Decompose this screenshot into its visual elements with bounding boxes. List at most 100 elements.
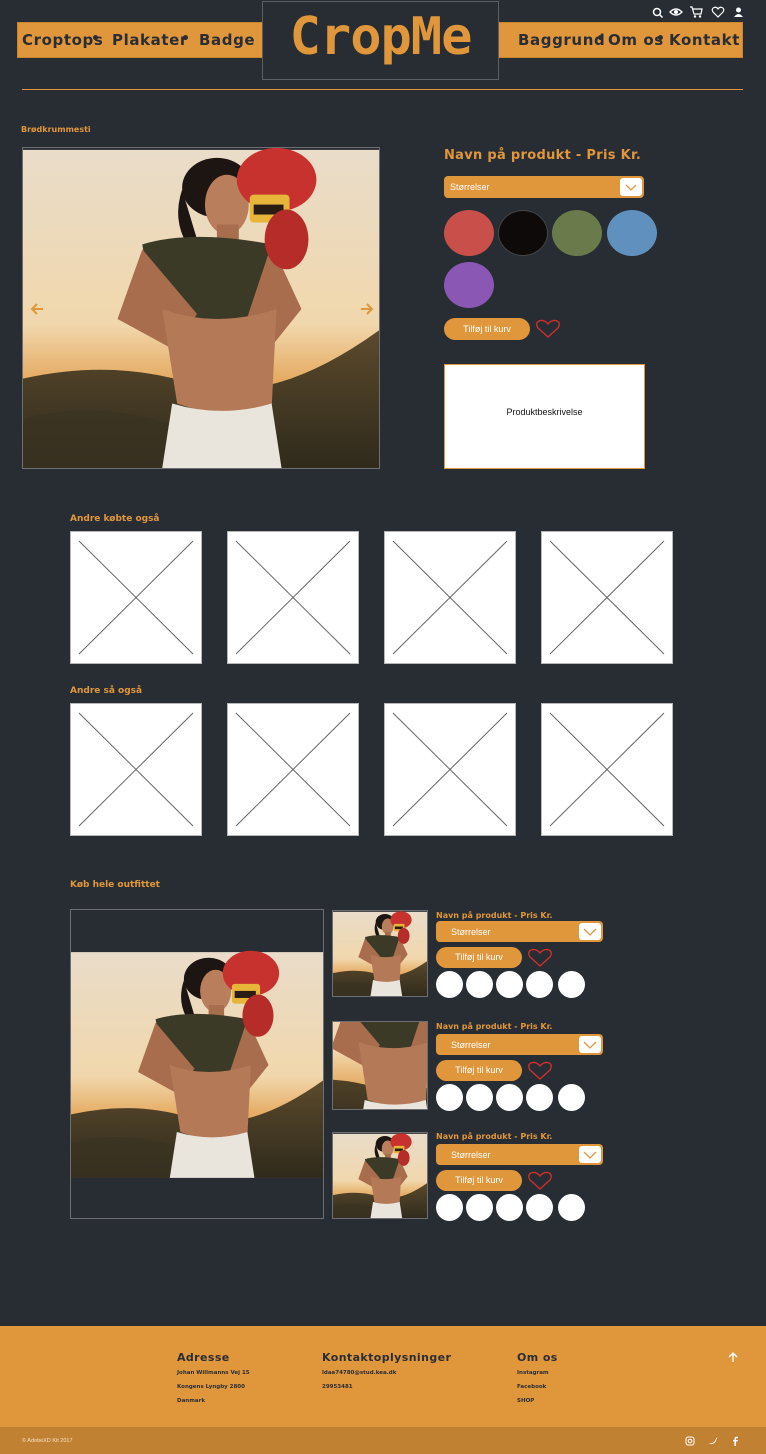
section-title-bought: Andre købte også <box>70 514 160 524</box>
size-select-label: Størrelser <box>450 182 490 192</box>
placeholder-image-icon <box>78 540 194 655</box>
arrow-up-icon[interactable] <box>727 1351 739 1363</box>
outfit-item-image[interactable] <box>332 1021 428 1110</box>
product-placeholder-card[interactable] <box>384 531 516 664</box>
footer-about-heading: Om os <box>517 1351 558 1364</box>
outfit-add-to-cart-button[interactable]: Tilføj til kurv <box>436 1170 522 1191</box>
footer-link-instagram[interactable]: Instagram <box>517 1370 549 1376</box>
size-option[interactable] <box>496 1084 523 1111</box>
size-option[interactable] <box>496 1194 523 1221</box>
chevron-down-icon <box>620 178 642 196</box>
product-placeholder-card[interactable] <box>70 531 202 664</box>
size-option[interactable] <box>526 1084 553 1111</box>
instagram-icon[interactable] <box>685 1436 695 1446</box>
twitter-icon[interactable] <box>708 1436 718 1446</box>
outfit-size-select[interactable]: Størrelser <box>436 921 603 942</box>
outfit-size-select-label: Størrelser <box>451 1040 491 1050</box>
eye-icon[interactable] <box>669 5 683 19</box>
product-placeholder-card[interactable] <box>541 703 673 836</box>
outfit-add-to-cart-button[interactable]: Tilføj til kurv <box>436 1060 522 1081</box>
footer-address-line: Johan Willmanns Vej 15 <box>177 1370 250 1376</box>
placeholder-image-icon <box>235 540 351 655</box>
footer-address-heading: Adresse <box>177 1351 230 1364</box>
outfit-size-select[interactable]: Størrelser <box>436 1144 603 1165</box>
size-option[interactable] <box>558 971 585 998</box>
placeholder-image-icon <box>392 712 508 827</box>
product-description: Produktbeskrivelse <box>506 407 583 417</box>
footer-bottom-bar <box>0 1427 766 1454</box>
outfit-item-title: Navn på produkt - Pris Kr. <box>436 1132 553 1141</box>
size-option[interactable] <box>436 971 463 998</box>
size-option[interactable] <box>526 971 553 998</box>
facebook-icon[interactable] <box>731 1436 739 1446</box>
outfit-main-image[interactable] <box>70 909 324 1219</box>
section-title-seen: Andre så også <box>70 686 143 696</box>
logo[interactable]: CropMe <box>262 1 499 80</box>
color-swatch-green[interactable] <box>552 210 602 256</box>
arrow-left-icon[interactable] <box>29 301 45 317</box>
nav-separator: • <box>656 31 666 47</box>
nav-separator: • <box>91 31 101 47</box>
size-option[interactable] <box>466 1194 493 1221</box>
nav-baggrund[interactable]: Baggrund <box>518 31 605 49</box>
footer-link-facebook[interactable]: Facebook <box>517 1384 546 1390</box>
footer-email-link[interactable]: ldaa74780@stud.kea.dk <box>322 1370 396 1376</box>
color-swatch-purple[interactable] <box>444 262 494 308</box>
nav-kontakt[interactable]: Kontakt <box>669 31 740 49</box>
size-select[interactable]: Størrelser <box>444 176 644 198</box>
chevron-down-icon <box>579 1036 601 1053</box>
product-image-carousel[interactable] <box>22 147 380 469</box>
nav-plakater[interactable]: Plakater <box>112 31 188 49</box>
product-placeholder-card[interactable] <box>227 703 359 836</box>
size-option[interactable] <box>436 1194 463 1221</box>
heart-icon[interactable] <box>711 5 725 19</box>
size-option[interactable] <box>558 1194 585 1221</box>
size-option[interactable] <box>466 1084 493 1111</box>
size-option[interactable] <box>558 1084 585 1111</box>
wishlist-heart-icon[interactable] <box>535 318 561 340</box>
header-divider <box>22 89 743 90</box>
wishlist-heart-icon[interactable] <box>527 947 553 969</box>
search-icon[interactable] <box>652 5 664 19</box>
placeholder-image-icon <box>78 712 194 827</box>
section-title-outfit: Køb hele outfittet <box>70 880 160 890</box>
outfit-item-image[interactable] <box>332 910 428 997</box>
breadcrumb[interactable]: Brødkrummesti <box>21 125 91 134</box>
size-option[interactable] <box>436 1084 463 1111</box>
copyright: © AdobeXD Kit 2017 <box>22 1438 73 1444</box>
footer-link-shop[interactable]: SHOP <box>517 1398 534 1404</box>
product-placeholder-card[interactable] <box>384 703 516 836</box>
color-swatch-red[interactable] <box>444 210 494 256</box>
nav-separator: • <box>596 31 606 47</box>
outfit-size-select-label: Størrelser <box>451 1150 491 1160</box>
nav-separator: • <box>181 31 191 47</box>
placeholder-image-icon <box>235 712 351 827</box>
wishlist-heart-icon[interactable] <box>527 1060 553 1082</box>
footer-phone: 29953481 <box>322 1384 353 1390</box>
size-option[interactable] <box>466 971 493 998</box>
outfit-size-select[interactable]: Størrelser <box>436 1034 603 1055</box>
arrow-right-icon[interactable] <box>359 301 375 317</box>
footer-address-line: Danmark <box>177 1398 206 1404</box>
nav-badge[interactable]: Badge <box>199 31 255 49</box>
chevron-down-icon <box>579 923 601 940</box>
outfit-item-image[interactable] <box>332 1132 428 1219</box>
product-placeholder-card[interactable] <box>227 531 359 664</box>
placeholder-image-icon <box>392 540 508 655</box>
wishlist-heart-icon[interactable] <box>527 1170 553 1192</box>
outfit-add-to-cart-button[interactable]: Tilføj til kurv <box>436 947 522 968</box>
cart-icon[interactable] <box>689 5 703 19</box>
chevron-down-icon <box>579 1146 601 1163</box>
product-placeholder-card[interactable] <box>70 703 202 836</box>
logo-text: CropMe <box>289 7 473 67</box>
color-swatch-black[interactable] <box>498 210 548 256</box>
size-option[interactable] <box>526 1194 553 1221</box>
footer-contact-heading: Kontaktoplysninger <box>322 1351 452 1364</box>
product-placeholder-card[interactable] <box>541 531 673 664</box>
color-swatch-blue[interactable] <box>607 210 657 256</box>
add-to-cart-button[interactable]: Tilføj til kurv <box>444 318 530 340</box>
product-description-box: Produktbeskrivelse <box>444 364 645 469</box>
footer <box>0 1326 766 1427</box>
size-option[interactable] <box>496 971 523 998</box>
user-icon[interactable] <box>733 5 744 19</box>
